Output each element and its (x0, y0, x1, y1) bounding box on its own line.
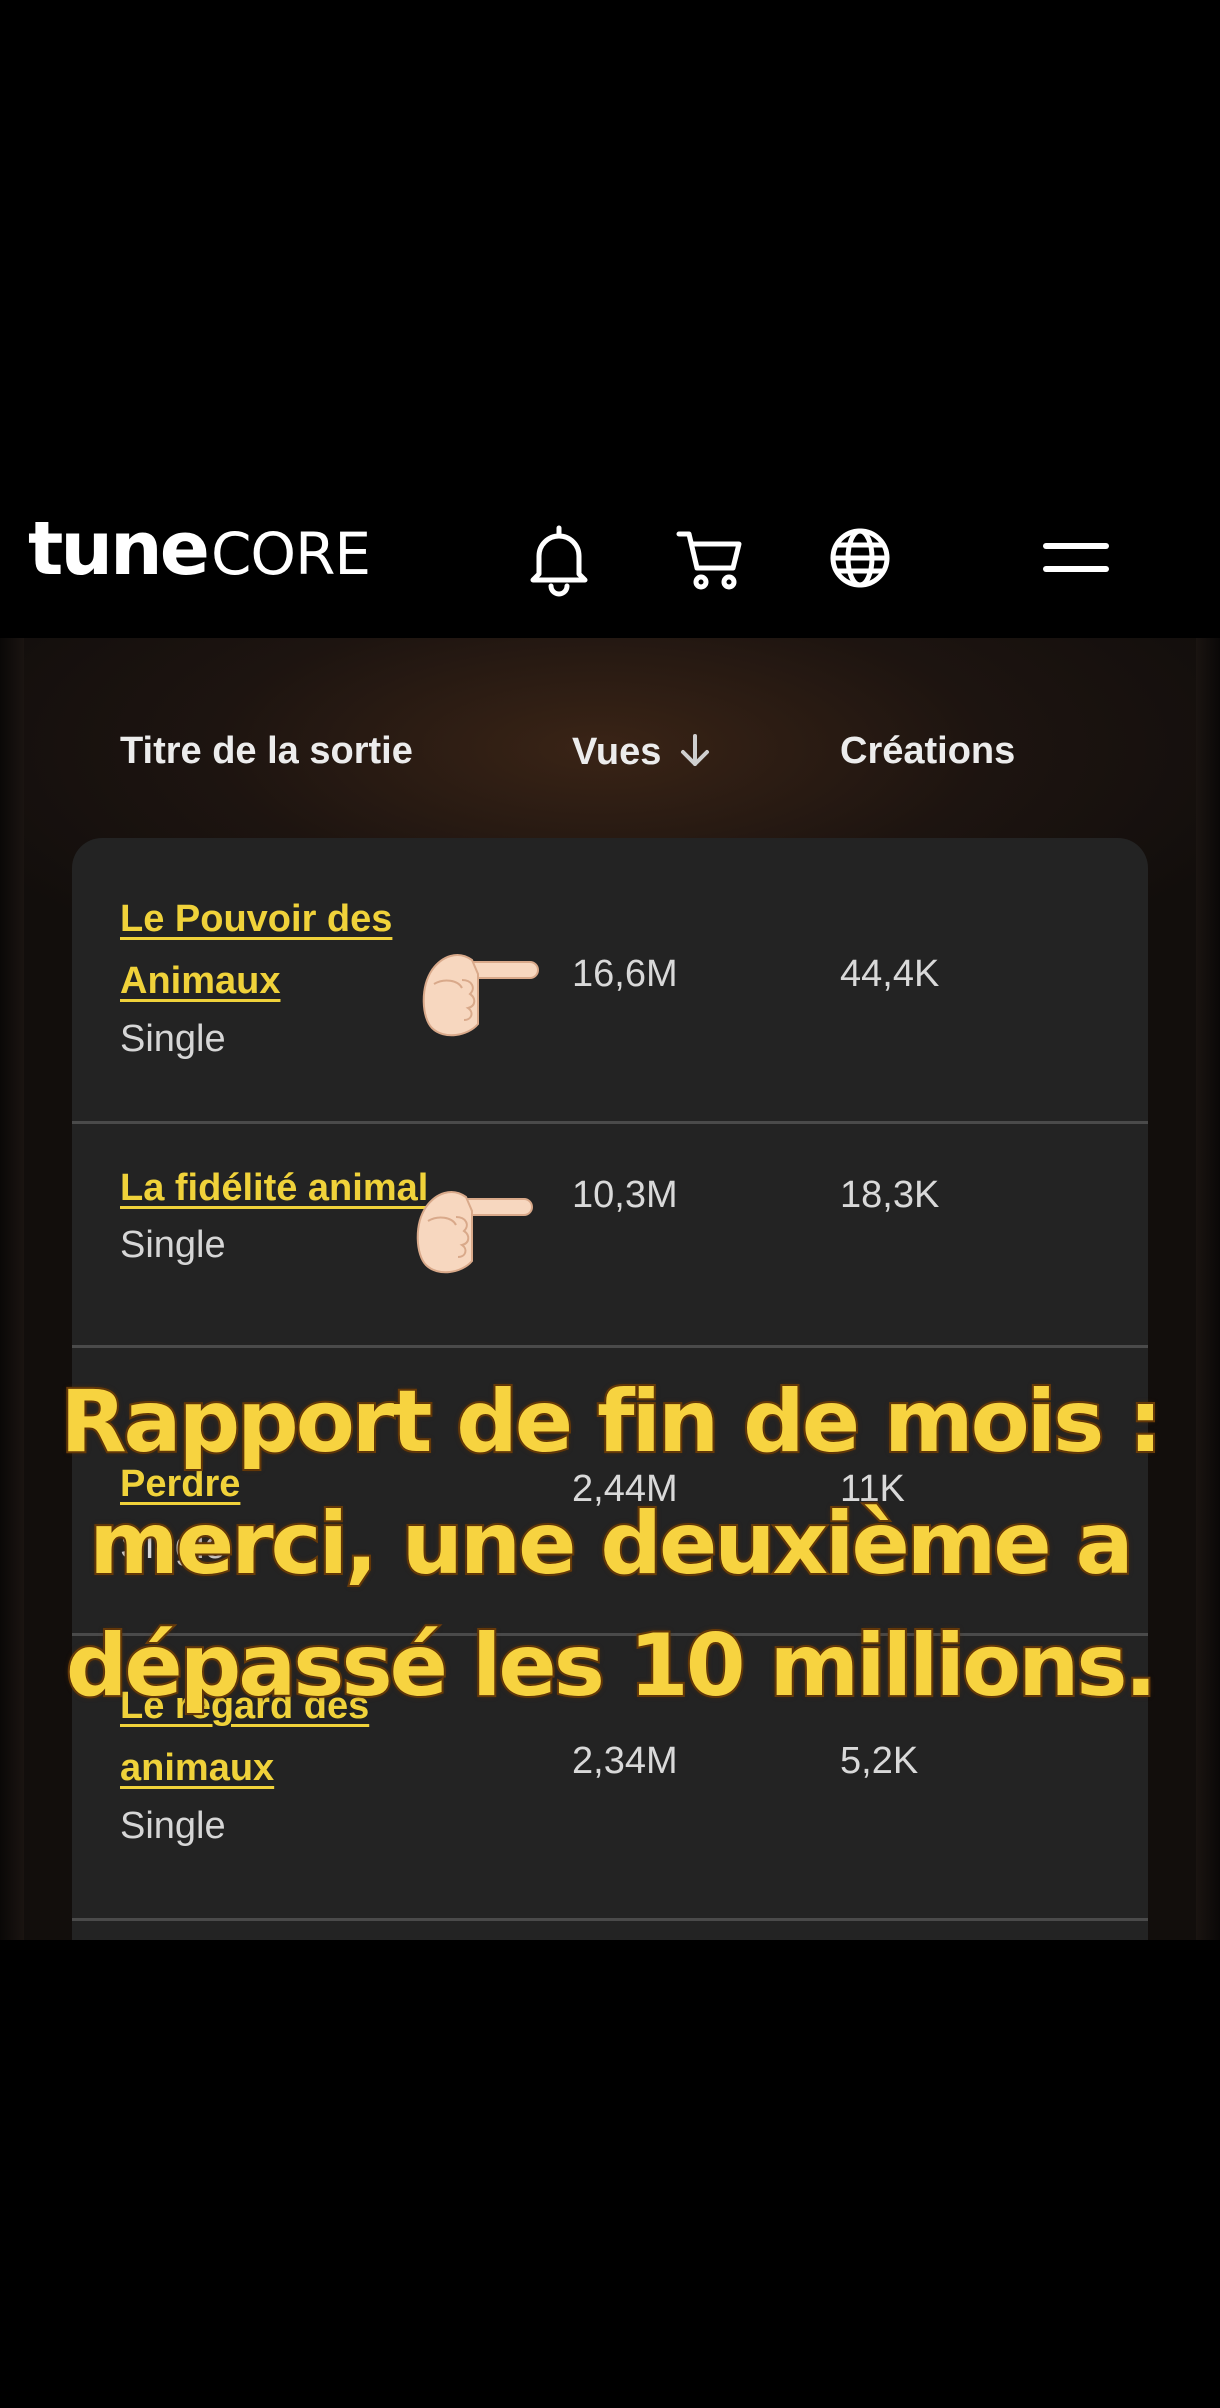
release-title-line2: Animaux (120, 960, 281, 1002)
analytics-content: Titre de la sortie Vues Créations Le Pou… (0, 638, 1220, 1940)
logo-core-text: CORE (210, 520, 371, 588)
caption-line-1: Rapport de fin de mois : (58, 1370, 1164, 1474)
cart-icon[interactable] (671, 518, 751, 598)
release-type: Single (120, 1805, 226, 1847)
column-header-title[interactable]: Titre de la sortie (120, 730, 413, 773)
creations-value: 5,2K (840, 1740, 919, 1782)
views-value: 16,6M (572, 953, 678, 995)
creations-value: 18,3K (840, 1174, 940, 1216)
top-navigation-bar: tune CORE (0, 478, 1220, 638)
pointing-hand-icon (422, 954, 539, 1037)
tunecore-logo[interactable]: tune CORE (28, 506, 371, 606)
release-type: Single (120, 1224, 226, 1266)
views-value: 10,3M (572, 1174, 678, 1216)
caption-line-3: dépassé les 10 millions. (64, 1614, 1159, 1718)
logo-tune-text: tune (28, 506, 210, 592)
release-title-line1: Le Pouvoir des (120, 898, 393, 940)
table-row: La fidélité animal Single 10,3M 18,3K (72, 1121, 1148, 1348)
globe-icon[interactable] (820, 518, 900, 598)
column-header-views[interactable]: Vues (572, 730, 715, 780)
column-header-creations[interactable]: Créations (840, 730, 1015, 773)
table-row: Le Pouvoir des Animaux Single 16,6M 44,4… (72, 838, 1148, 1124)
arrow-down-icon (675, 730, 715, 780)
release-title-link[interactable]: Le Pouvoir des Animaux (120, 888, 450, 1012)
pointing-hand-icon (416, 1191, 533, 1274)
views-value: 2,34M (572, 1740, 678, 1782)
menu-icon[interactable] (1036, 518, 1116, 598)
release-type: Single (120, 1018, 226, 1060)
creations-value: 44,4K (840, 953, 940, 995)
caption-line-2: merci, une deuxième a (87, 1492, 1135, 1596)
release-title-line2: animaux (120, 1747, 275, 1789)
bell-icon[interactable] (519, 518, 599, 598)
column-header-views-label: Vues (572, 731, 662, 773)
